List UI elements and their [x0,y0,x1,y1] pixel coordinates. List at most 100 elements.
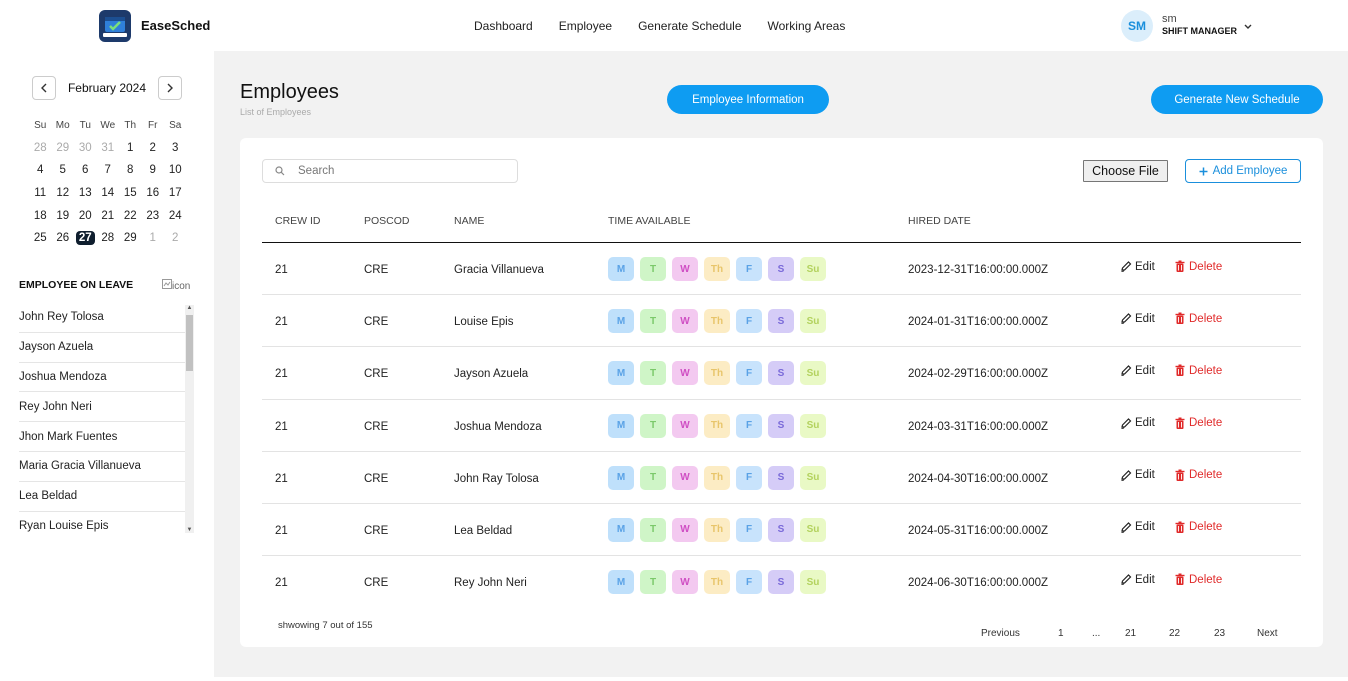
calendar-day[interactable]: 28 [29,142,52,154]
edit-button[interactable]: Edit [1120,260,1155,273]
calendar-day[interactable]: 25 [29,232,52,244]
avatar[interactable]: SM [1121,10,1153,42]
leave-list-item[interactable]: Lea Beldad [19,482,185,512]
calendar-day[interactable]: 20 [74,210,97,222]
calendar-day[interactable]: 3 [164,142,187,154]
calendar-day-number: 10 [168,164,182,177]
calendar-day[interactable]: 29 [52,142,75,154]
calendar-day[interactable]: 2 [142,142,165,154]
header-name[interactable]: NAME [454,215,484,227]
edit-button[interactable]: Edit [1120,469,1155,482]
calendar-day[interactable]: 12 [52,187,75,199]
scroll-down-arrow-icon[interactable]: ▼ [185,527,194,533]
edit-button[interactable]: Edit [1120,417,1155,430]
nav-working-areas[interactable]: Working Areas [768,19,846,33]
delete-button[interactable]: Delete [1174,364,1222,377]
generate-new-schedule-button[interactable]: Generate New Schedule [1151,85,1323,114]
edit-button[interactable]: Edit [1120,521,1155,534]
calendar-day[interactable]: 31 [97,142,120,154]
calendar-day[interactable]: 13 [74,187,97,199]
pagination-page-22[interactable]: 22 [1169,628,1180,639]
calendar-day[interactable]: 15 [119,187,142,199]
day-badge: Th [704,309,730,334]
calendar-day[interactable]: 11 [29,187,52,199]
day-badge: M [608,465,634,490]
calendar-day[interactable]: 4 [29,164,52,176]
leave-list-item[interactable]: Jhon Mark Fuentes [19,422,185,452]
calendar-day[interactable]: 10 [164,164,187,176]
easesched-logo[interactable] [99,10,131,42]
calendar-day-selected[interactable]: 27 [74,231,97,246]
nav-dashboard[interactable]: Dashboard [474,19,533,33]
employee-information-button[interactable]: Employee Information [667,85,829,114]
nav-generate-schedule[interactable]: Generate Schedule [638,19,741,33]
pagination-next[interactable]: Next [1257,628,1278,639]
pagination-page-1[interactable]: 1 [1058,628,1064,639]
calendar-day[interactable]: 18 [29,210,52,222]
header-time-available[interactable]: TIME AVAILABLE [608,215,690,227]
leave-list-item[interactable]: Rey John Neri [19,392,185,423]
edit-button[interactable]: Edit [1120,573,1155,586]
day-badge: Th [704,517,730,542]
pagination-page-21[interactable]: 21 [1125,628,1136,639]
calendar-day[interactable]: 6 [74,164,97,176]
add-employee-button[interactable]: Add Employee [1185,159,1301,183]
leave-list-item[interactable]: Maria Gracia Villanueva [19,452,185,482]
calendar-next-button[interactable] [158,76,182,100]
delete-label: Delete [1189,312,1223,325]
calendar-day[interactable]: 14 [97,187,120,199]
calendar-day[interactable]: 22 [119,210,142,222]
delete-button[interactable]: Delete [1174,469,1222,482]
calendar-day[interactable]: 19 [52,210,75,222]
delete-button[interactable]: Delete [1174,573,1222,586]
calendar-day[interactable]: 1 [119,142,142,154]
search-input[interactable] [298,165,498,177]
edit-button[interactable]: Edit [1120,364,1155,377]
calendar-day[interactable]: 24 [164,210,187,222]
time-available-days: M T W Th F S Su [608,309,832,334]
calendar-day[interactable]: 8 [119,164,142,176]
header-crew-id[interactable]: CREW ID [275,215,321,227]
header-poscod[interactable]: POSCOD [364,215,410,227]
delete-button[interactable]: Delete [1174,312,1222,325]
calendar-day[interactable]: 17 [164,187,187,199]
search-box[interactable] [262,159,518,183]
choose-file-button[interactable]: Choose File [1083,160,1168,182]
calendar-day[interactable]: 21 [97,210,120,222]
scroll-up-arrow-icon[interactable]: ▲ [185,305,194,311]
calendar-day[interactable]: 28 [97,232,120,244]
calendar-day[interactable]: 5 [52,164,75,176]
calendar-day-number: 1 [127,141,134,154]
scroll-thumb[interactable] [186,315,193,371]
calendar-day[interactable]: 30 [74,142,97,154]
pagination-page-23[interactable]: 23 [1214,628,1225,639]
calendar-day[interactable]: 23 [142,210,165,222]
leave-list-item[interactable]: Joshua Mendoza [19,363,185,393]
calendar-day[interactable]: 2 [164,232,187,244]
calendar-day[interactable]: 26 [52,232,75,244]
calendar-day[interactable]: 7 [97,164,120,176]
time-available-days: M T W Th F S Su [608,517,832,542]
chevron-down-icon[interactable] [1244,22,1252,32]
delete-button[interactable]: Delete [1174,521,1222,534]
pagination-previous[interactable]: Previous [981,628,1020,639]
calendar-weekday: We [100,119,116,131]
calendar-day[interactable]: 9 [142,164,165,176]
user-role[interactable]: SHIFT MANAGER [1162,26,1237,36]
delete-button[interactable]: Delete [1174,260,1222,273]
calendar-day[interactable]: 16 [142,187,165,199]
cell-name: John Ray Tolosa [454,472,539,485]
delete-button[interactable]: Delete [1174,417,1222,430]
header-hired-date[interactable]: HIRED DATE [908,215,971,227]
calendar-prev-button[interactable] [32,76,56,100]
calendar-day[interactable]: 1 [142,232,165,244]
leave-list-item[interactable]: Ryan Louise Epis [19,512,185,533]
leave-scrollbar[interactable]: ▲ ▼ [185,305,194,533]
cell-name: Louise Epis [454,316,514,329]
leave-list-item[interactable]: John Rey Tolosa [19,303,185,333]
leave-list-item[interactable]: Jayson Azuela [19,333,185,363]
edit-button[interactable]: Edit [1120,312,1155,325]
nav-employee[interactable]: Employee [559,19,612,33]
calendar-day[interactable]: 29 [119,232,142,244]
leave-list[interactable]: John Rey Tolosa Jayson Azuela Joshua Mendo… [19,303,185,533]
